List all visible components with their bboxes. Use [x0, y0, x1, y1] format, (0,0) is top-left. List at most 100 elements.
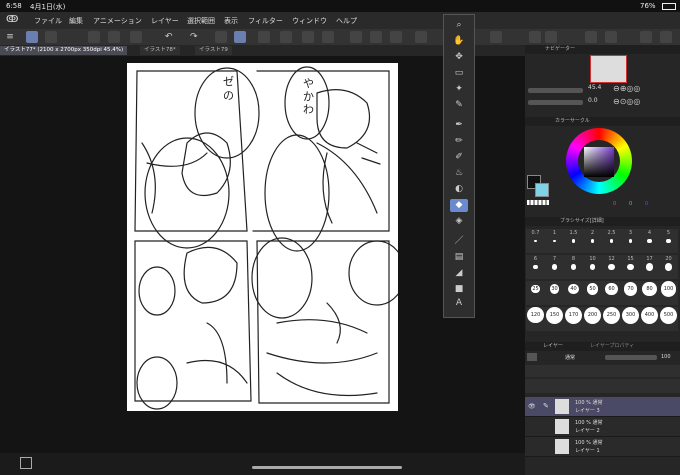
hand-tool-icon[interactable]: ✋	[450, 35, 468, 48]
navigator-preview[interactable]	[590, 55, 627, 83]
layer-actions-row[interactable]	[525, 379, 680, 393]
ruler-icon[interactable]	[350, 31, 362, 43]
zoom-tool-icon[interactable]: ⌕	[450, 19, 468, 32]
brush-size-header[interactable]: ブラシサイズ[詳細]	[525, 217, 680, 226]
brush-size-option[interactable]: 60	[602, 281, 621, 305]
pencil-tool-icon[interactable]: ✏	[450, 135, 468, 148]
brush-size-option[interactable]: 8	[564, 255, 583, 279]
brush-size-option[interactable]: 1.5	[564, 229, 583, 253]
brush-size-option[interactable]: 6	[526, 255, 545, 279]
canvas-paper[interactable]: や か わ ゼ の	[127, 63, 398, 411]
panel-toggle-icon[interactable]	[529, 31, 541, 43]
brush-size-option[interactable]: 15	[621, 255, 640, 279]
save-icon[interactable]	[130, 31, 142, 43]
brush-icon[interactable]: ✐	[450, 151, 468, 164]
check-icon[interactable]	[415, 31, 427, 43]
view-icon[interactable]	[45, 31, 57, 43]
new-file-icon[interactable]	[88, 31, 100, 43]
brush-size-option[interactable]: 2.5	[602, 229, 621, 253]
brush-size-option[interactable]: 2	[583, 229, 602, 253]
brush-size-option[interactable]: 80	[640, 281, 659, 305]
menu-filter[interactable]: フィルター	[248, 16, 283, 26]
layer-tools-row[interactable]	[525, 365, 680, 377]
text-tool-icon[interactable]: A	[450, 297, 468, 310]
color-header[interactable]: カラーサークル	[525, 117, 680, 126]
menu-edit[interactable]: 編集	[69, 16, 83, 26]
brush-size-option[interactable]: 12	[602, 255, 621, 279]
transform-icon[interactable]	[280, 31, 292, 43]
blend-mode[interactable]: 通常	[565, 354, 575, 361]
ruler-tool-icon[interactable]: ◢	[450, 267, 468, 280]
pen-tool-icon[interactable]: ✒	[450, 119, 468, 132]
undo-icon[interactable]: ↶	[165, 31, 177, 43]
blend-icon[interactable]: ◐	[450, 183, 468, 196]
menu-view[interactable]: 表示	[224, 16, 238, 26]
frame-tool-icon[interactable]: ▤	[450, 251, 468, 264]
menu-file[interactable]: ファイル	[34, 16, 62, 26]
brush-size-option[interactable]: 1	[545, 229, 564, 253]
menu-layer[interactable]: レイヤー	[151, 16, 179, 26]
help-icon[interactable]	[490, 31, 502, 43]
tab-illust78[interactable]: イラスト78*	[140, 46, 180, 55]
zoom-slider[interactable]	[528, 88, 583, 93]
brush-size-option[interactable]: 100	[659, 281, 678, 305]
selection-tool-icon[interactable]: ▭	[450, 67, 468, 80]
layer-row[interactable]: 100 % 通常 レイヤー 1	[525, 437, 680, 457]
eraser-icon[interactable]	[234, 31, 246, 43]
rotate-controls-icon[interactable]: ⊖⊙◎◎	[613, 97, 640, 106]
eraser-tool-icon[interactable]: ◆	[450, 199, 468, 212]
fill-icon[interactable]	[302, 31, 314, 43]
app-logo-icon[interactable]: ↂ	[6, 14, 18, 25]
sub-color-swatch[interactable]	[535, 183, 549, 197]
gradient-tool-icon[interactable]: ■	[450, 283, 468, 296]
zoom-controls-icon[interactable]: ⊖⊕◎◎	[613, 84, 640, 93]
brush-size-option[interactable]: 7	[545, 255, 564, 279]
flip-icon[interactable]	[390, 31, 402, 43]
brush-size-option[interactable]: 170	[564, 306, 583, 331]
brush-size-option[interactable]: 30	[545, 281, 564, 305]
brush-size-option[interactable]: 17	[640, 255, 659, 279]
brush-size-option[interactable]: 20	[659, 255, 678, 279]
magic-wand-icon[interactable]: ✦	[450, 83, 468, 96]
lasso-icon[interactable]	[258, 31, 270, 43]
layout-icon[interactable]	[660, 31, 672, 43]
navigator-header[interactable]: ナビゲーター	[525, 45, 680, 54]
menu-selection[interactable]: 選択範囲	[187, 16, 215, 26]
menu-help[interactable]: ヘルプ	[336, 16, 357, 26]
blend-icon-btn[interactable]	[527, 353, 537, 361]
layer-header[interactable]: レイヤー レイヤープロパティ	[525, 342, 680, 351]
brush-size-option[interactable]: 400	[640, 306, 659, 331]
transform-handle-icon[interactable]	[322, 31, 334, 43]
brush-size-option[interactable]: 4	[640, 229, 659, 253]
menu-animation[interactable]: アニメーション	[93, 16, 142, 26]
layer-row[interactable]: 100 % 通常 レイヤー 2	[525, 417, 680, 437]
brush-size-option[interactable]: 150	[545, 306, 564, 331]
eyedropper-icon[interactable]: ✎	[450, 99, 468, 112]
brush-size-option[interactable]: 500	[659, 306, 678, 331]
menu-window[interactable]: ウィンドウ	[292, 16, 327, 26]
rotate-slider[interactable]	[528, 100, 583, 105]
panel-collapse-icon[interactable]	[585, 31, 597, 43]
brush-size-option[interactable]: 5	[659, 229, 678, 253]
open-icon[interactable]	[108, 31, 120, 43]
line-tool-icon[interactable]: ／	[450, 235, 468, 248]
fill-tool-icon[interactable]: ◈	[450, 215, 468, 228]
redo-icon[interactable]: ↷	[190, 31, 202, 43]
brush-tool-icon[interactable]	[215, 31, 227, 43]
tab-illust77[interactable]: イラスト77* (2100 x 2700px 350dpi 45.4%)	[0, 46, 128, 55]
menu-icon[interactable]: ≡	[4, 31, 16, 43]
brush-size-option[interactable]: 300	[621, 306, 640, 331]
transparent-swatch[interactable]	[527, 200, 549, 205]
grid-icon[interactable]	[640, 31, 652, 43]
airbrush-icon[interactable]: ♨	[450, 167, 468, 180]
brush-size-option[interactable]: 120	[526, 306, 545, 331]
brush-size-option[interactable]: 70	[621, 281, 640, 305]
layer-icon[interactable]	[26, 31, 38, 43]
brush-size-option[interactable]: 50	[583, 281, 602, 305]
brush-size-option[interactable]: 3	[621, 229, 640, 253]
layer-row[interactable]: 👁 ✎ 100 % 通常 レイヤー 3	[525, 397, 680, 417]
brush-size-option[interactable]: 250	[602, 306, 621, 331]
opacity-slider[interactable]	[605, 355, 657, 360]
brush-size-option[interactable]: 0.7	[526, 229, 545, 253]
panel-expand-icon[interactable]	[605, 31, 617, 43]
